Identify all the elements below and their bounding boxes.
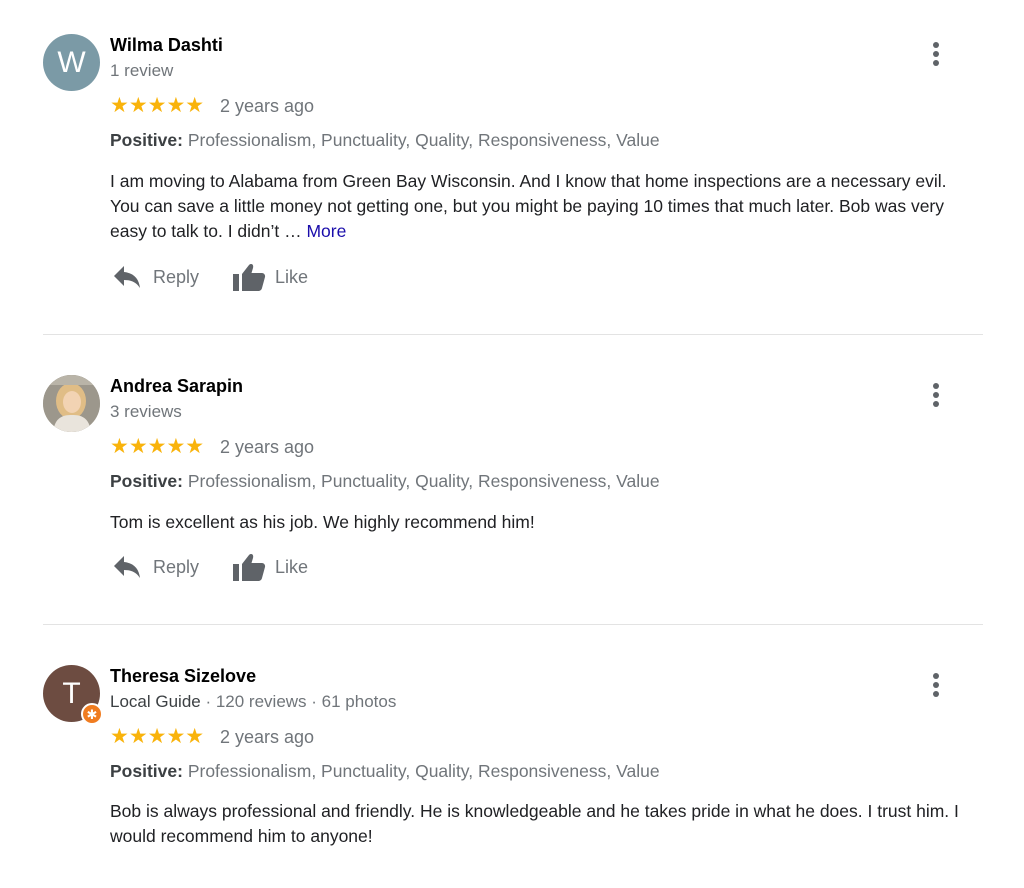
thumbs-up-icon: [232, 552, 266, 582]
review-body: I am moving to Alabama from Green Bay Wi…: [110, 171, 947, 241]
review-time: 2 years ago: [220, 96, 315, 116]
reply-label: Reply: [153, 556, 200, 577]
reviewer-name[interactable]: Theresa Sizelove: [110, 666, 256, 687]
review-time: 2 years ago: [220, 437, 315, 457]
reviewer-counts: · 120 reviews · 61 photos: [200, 692, 397, 711]
more-vert-icon[interactable]: [928, 39, 944, 69]
like-label: Like: [275, 556, 309, 577]
reviewer-meta: 1 review: [110, 61, 174, 80]
more-link[interactable]: More: [306, 221, 346, 241]
star-rating: ★★★★★: [110, 94, 205, 117]
reply-button[interactable]: Reply: [112, 264, 199, 290]
reviewer-name[interactable]: Andrea Sarapin: [110, 376, 243, 397]
positive-text: Professionalism, Punctuality, Quality, R…: [182, 761, 660, 781]
reply-button[interactable]: Reply: [112, 554, 199, 580]
review-body: Bob is always professional and friendly.…: [110, 801, 959, 846]
like-label: Like: [275, 266, 309, 287]
positive-attributes: Positive: Professionalism, Punctuality, …: [110, 130, 660, 151]
reply-icon: [112, 554, 142, 580]
divider: [43, 624, 983, 625]
local-guide-label: Local Guide: [110, 692, 201, 711]
review-text: Tom is excellent as his job. We highly r…: [110, 510, 980, 535]
more-vert-icon[interactable]: [928, 670, 944, 700]
reviewer-meta: 3 reviews: [110, 402, 182, 421]
avatar[interactable]: W: [43, 34, 100, 91]
reply-label: Reply: [153, 266, 200, 287]
positive-attributes: Positive: Professionalism, Punctuality, …: [110, 761, 660, 782]
avatar[interactable]: T ✱: [43, 665, 103, 725]
review-time: 2 years ago: [220, 727, 315, 747]
positive-label: Positive:: [110, 471, 183, 491]
local-guide-star-icon: ✱: [81, 703, 103, 725]
reply-icon: [112, 264, 142, 290]
reviewer-meta: Local Guide · 120 reviews · 61 photos: [110, 692, 396, 712]
more-vert-icon[interactable]: [928, 380, 944, 410]
avatar-photo-icon: [43, 375, 100, 432]
reviewer-name[interactable]: Wilma Dashti: [110, 35, 223, 56]
avatar-letter: W: [57, 45, 86, 79]
avatar-letter: T: [62, 676, 81, 710]
star-rating: ★★★★★: [110, 435, 205, 458]
positive-label: Positive:: [110, 130, 183, 150]
positive-label: Positive:: [110, 761, 183, 781]
review-text: Bob is always professional and friendly.…: [110, 799, 980, 849]
divider: [43, 334, 983, 335]
positive-text: Professionalism, Punctuality, Quality, R…: [182, 130, 660, 150]
like-button[interactable]: Like: [232, 552, 308, 582]
positive-text: Professionalism, Punctuality, Quality, R…: [182, 471, 660, 491]
thumbs-up-icon: [232, 262, 266, 292]
like-button[interactable]: Like: [232, 262, 308, 292]
positive-attributes: Positive: Professionalism, Punctuality, …: [110, 471, 660, 492]
avatar[interactable]: [43, 375, 100, 432]
review-text: I am moving to Alabama from Green Bay Wi…: [110, 169, 980, 244]
star-rating: ★★★★★: [110, 725, 205, 748]
review-body: Tom is excellent as his job. We highly r…: [110, 512, 535, 532]
